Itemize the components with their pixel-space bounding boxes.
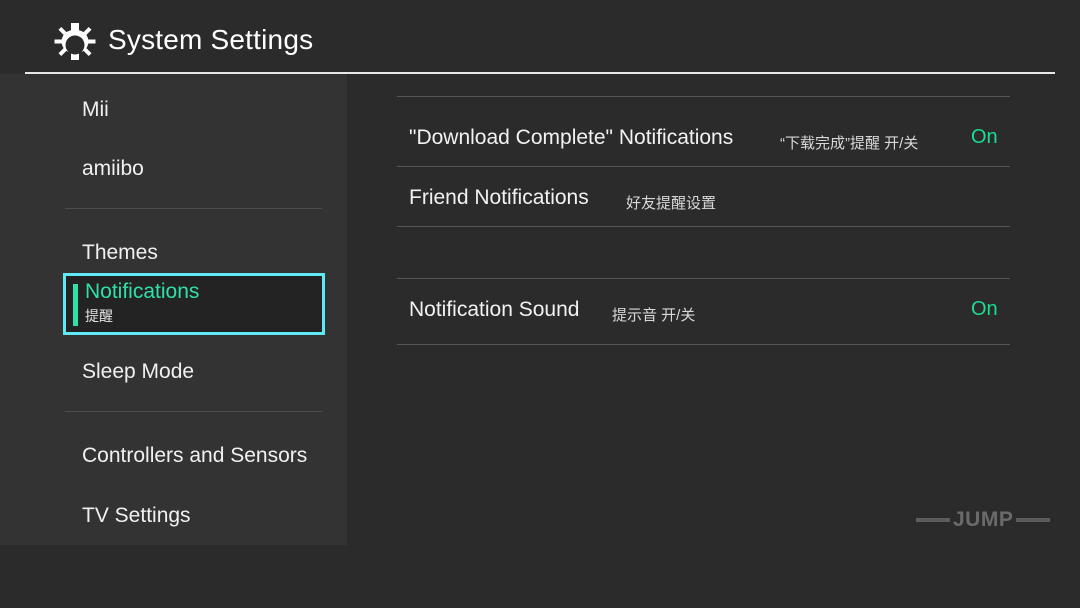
selection-indicator-bar — [73, 284, 78, 326]
system-settings-screen: System Settings Mii amiibo Themes Notifi… — [0, 0, 1080, 608]
sidebar-item-amiibo[interactable]: amiibo — [0, 145, 347, 197]
header: System Settings — [0, 0, 1080, 74]
sidebar-item-label: amiibo — [82, 157, 144, 180]
sidebar: Mii amiibo Themes Notifications 提醒 Sleep… — [0, 74, 347, 545]
sidebar-divider — [65, 208, 322, 209]
sidebar-divider — [65, 411, 322, 412]
setting-row-empty — [397, 230, 1010, 290]
setting-title: Friend Notifications — [409, 186, 589, 209]
sidebar-item-label: Sleep Mode — [82, 360, 195, 383]
jump-line-right — [1016, 518, 1051, 522]
sidebar-item-label: Controllers and Sensors — [82, 444, 308, 467]
setting-title-cn: “下载完成”提醒 开/关 — [780, 135, 919, 152]
sidebar-item-tv-settings[interactable]: TV Settings — [0, 492, 347, 544]
sidebar-item-mii[interactable]: Mii — [0, 86, 347, 138]
sidebar-item-sublabel: 提醒 — [85, 308, 113, 324]
sidebar-item-notifications[interactable]: Notifications 提醒 — [63, 273, 325, 335]
jump-label: JUMP — [953, 508, 1014, 531]
setting-value: On — [971, 298, 998, 320]
sidebar-item-label: Themes — [82, 241, 158, 264]
jump-line-left — [916, 518, 950, 522]
setting-row-friend-notifications[interactable]: Friend Notifications 好友提醒设置 — [397, 170, 1010, 230]
setting-row-notification-sound[interactable]: Notification Sound 提示音 开/关 On — [397, 282, 1010, 342]
row-separator — [397, 96, 1010, 97]
row-separator — [397, 166, 1010, 167]
setting-value: On — [971, 126, 998, 148]
settings-list: "Download Complete" Notifications “下载完成”… — [347, 74, 1080, 545]
sidebar-item-label: Notifications — [85, 280, 200, 303]
setting-title: "Download Complete" Notifications — [409, 126, 734, 149]
row-separator — [397, 344, 1010, 345]
setting-row-download-complete-notifications[interactable]: "Download Complete" Notifications “下载完成”… — [397, 110, 1010, 170]
setting-title: Notification Sound — [409, 298, 580, 321]
gear-icon — [49, 19, 101, 71]
sidebar-item-controllers-and-sensors[interactable]: Controllers and Sensors — [0, 432, 347, 484]
sidebar-item-label: TV Settings — [82, 504, 191, 527]
row-separator — [397, 226, 1010, 227]
jump-watermark: JUMP — [916, 508, 1051, 532]
sidebar-item-label: Mii — [82, 98, 109, 121]
footer: B Back 值 什么值得买 — [0, 547, 1080, 608]
setting-title-cn: 提示音 开/关 — [612, 307, 696, 324]
row-separator — [397, 278, 1010, 279]
sidebar-item-sleep-mode[interactable]: Sleep Mode — [0, 348, 347, 400]
setting-title-cn: 好友提醒设置 — [626, 195, 717, 212]
page-title: System Settings — [108, 24, 314, 55]
